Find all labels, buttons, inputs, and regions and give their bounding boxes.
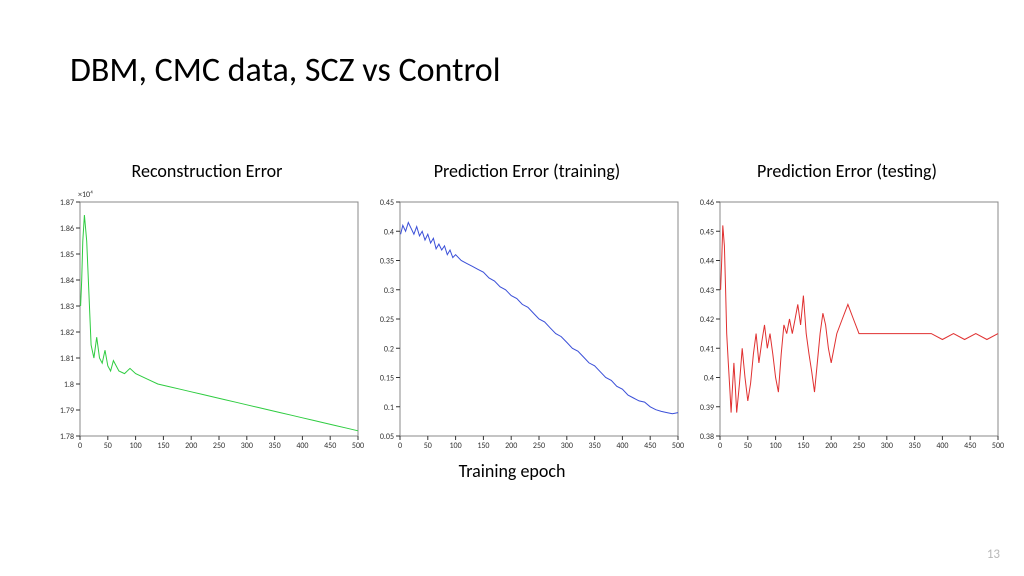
svg-text:1.8: 1.8 [64, 380, 74, 390]
svg-text:0.1: 0.1 [384, 403, 394, 413]
svg-text:350: 350 [589, 441, 601, 451]
svg-text:0.42: 0.42 [700, 315, 714, 325]
svg-text:0.05: 0.05 [380, 432, 394, 442]
svg-text:300: 300 [241, 441, 253, 451]
svg-text:0.45: 0.45 [380, 198, 394, 208]
svg-text:50: 50 [104, 441, 112, 451]
svg-text:250: 250 [533, 441, 545, 451]
svg-text:0.25: 0.25 [380, 315, 394, 325]
plot-1: 0 50 100 150 200 250 300 350 400 450 500 0.05 0.1 0.1… [370, 194, 684, 454]
svg-text:250: 250 [853, 441, 865, 451]
svg-text:150: 150 [797, 441, 809, 451]
page-number: 13 [987, 547, 1000, 562]
svg-text:1.86: 1.86 [60, 224, 74, 234]
svg-text:100: 100 [770, 441, 782, 451]
svg-text:500: 500 [672, 441, 684, 451]
svg-text:350: 350 [269, 441, 281, 451]
svg-text:200: 200 [825, 441, 837, 451]
svg-text:0.3: 0.3 [384, 286, 394, 296]
chart-title-1: Prediction Error (training) [434, 160, 621, 182]
svg-text:400: 400 [616, 441, 628, 451]
svg-text:150: 150 [477, 441, 489, 451]
svg-text:400: 400 [296, 441, 308, 451]
svg-text:0.43: 0.43 [700, 286, 714, 296]
svg-text:500: 500 [352, 441, 364, 451]
svg-text:250: 250 [213, 441, 225, 451]
svg-text:1.78: 1.78 [60, 432, 74, 442]
svg-text:100: 100 [450, 441, 462, 451]
svg-text:200: 200 [505, 441, 517, 451]
svg-text:0: 0 [398, 441, 402, 451]
svg-text:0: 0 [718, 441, 722, 451]
charts-row: Reconstruction Error ×10⁴ 0 50 100 150 200 25… [50, 160, 1004, 454]
svg-text:1.87: 1.87 [60, 198, 74, 208]
y-exponent-0: ×10⁴ [78, 190, 93, 200]
svg-text:150: 150 [157, 441, 169, 451]
svg-text:100: 100 [130, 441, 142, 451]
svg-text:300: 300 [881, 441, 893, 451]
chart-pred-test: Prediction Error (testing) 0 50 100 150 200 2… [690, 160, 1004, 454]
svg-text:0.2: 0.2 [384, 344, 394, 354]
svg-text:50: 50 [744, 441, 752, 451]
svg-text:0.15: 0.15 [380, 374, 394, 384]
svg-text:500: 500 [992, 441, 1004, 451]
svg-text:0.44: 0.44 [700, 257, 714, 267]
plot-0: 0 50 100 150 200 250 300 350 400 450 500 1.78 1.79 1.… [50, 194, 364, 454]
svg-text:1.81: 1.81 [60, 354, 74, 364]
svg-text:200: 200 [185, 441, 197, 451]
svg-text:0.4: 0.4 [704, 374, 714, 384]
svg-text:1.82: 1.82 [60, 328, 74, 338]
chart-title-0: Reconstruction Error [132, 160, 283, 182]
shared-x-label: Training epoch [0, 460, 1024, 482]
chart-pred-train: Prediction Error (training) 0 50 100 150 200… [370, 160, 684, 454]
svg-text:1.84: 1.84 [60, 276, 74, 286]
slide-title: DBM, CMC data, SCZ vs Control [70, 50, 501, 91]
svg-text:1.85: 1.85 [60, 250, 74, 260]
svg-text:350: 350 [909, 441, 921, 451]
svg-text:0.46: 0.46 [700, 198, 714, 208]
svg-text:450: 450 [324, 441, 336, 451]
svg-text:0.4: 0.4 [384, 227, 394, 237]
svg-text:1.83: 1.83 [60, 302, 74, 312]
svg-text:0.35: 0.35 [380, 257, 394, 267]
svg-text:450: 450 [964, 441, 976, 451]
svg-text:1.79: 1.79 [60, 406, 74, 416]
plot-2: 0 50 100 150 200 250 300 350 400 450 500 0.38 0.39 0.… [690, 194, 1004, 454]
svg-text:450: 450 [644, 441, 656, 451]
svg-text:0.38: 0.38 [700, 432, 714, 442]
svg-text:0: 0 [78, 441, 82, 451]
svg-text:400: 400 [936, 441, 948, 451]
svg-text:50: 50 [424, 441, 432, 451]
svg-text:0.41: 0.41 [700, 344, 714, 354]
svg-text:0.45: 0.45 [700, 227, 714, 237]
chart-title-2: Prediction Error (testing) [757, 160, 937, 182]
svg-text:300: 300 [561, 441, 573, 451]
chart-reconstruction: Reconstruction Error ×10⁴ 0 50 100 150 200 25… [50, 160, 364, 454]
svg-text:0.39: 0.39 [700, 403, 714, 413]
